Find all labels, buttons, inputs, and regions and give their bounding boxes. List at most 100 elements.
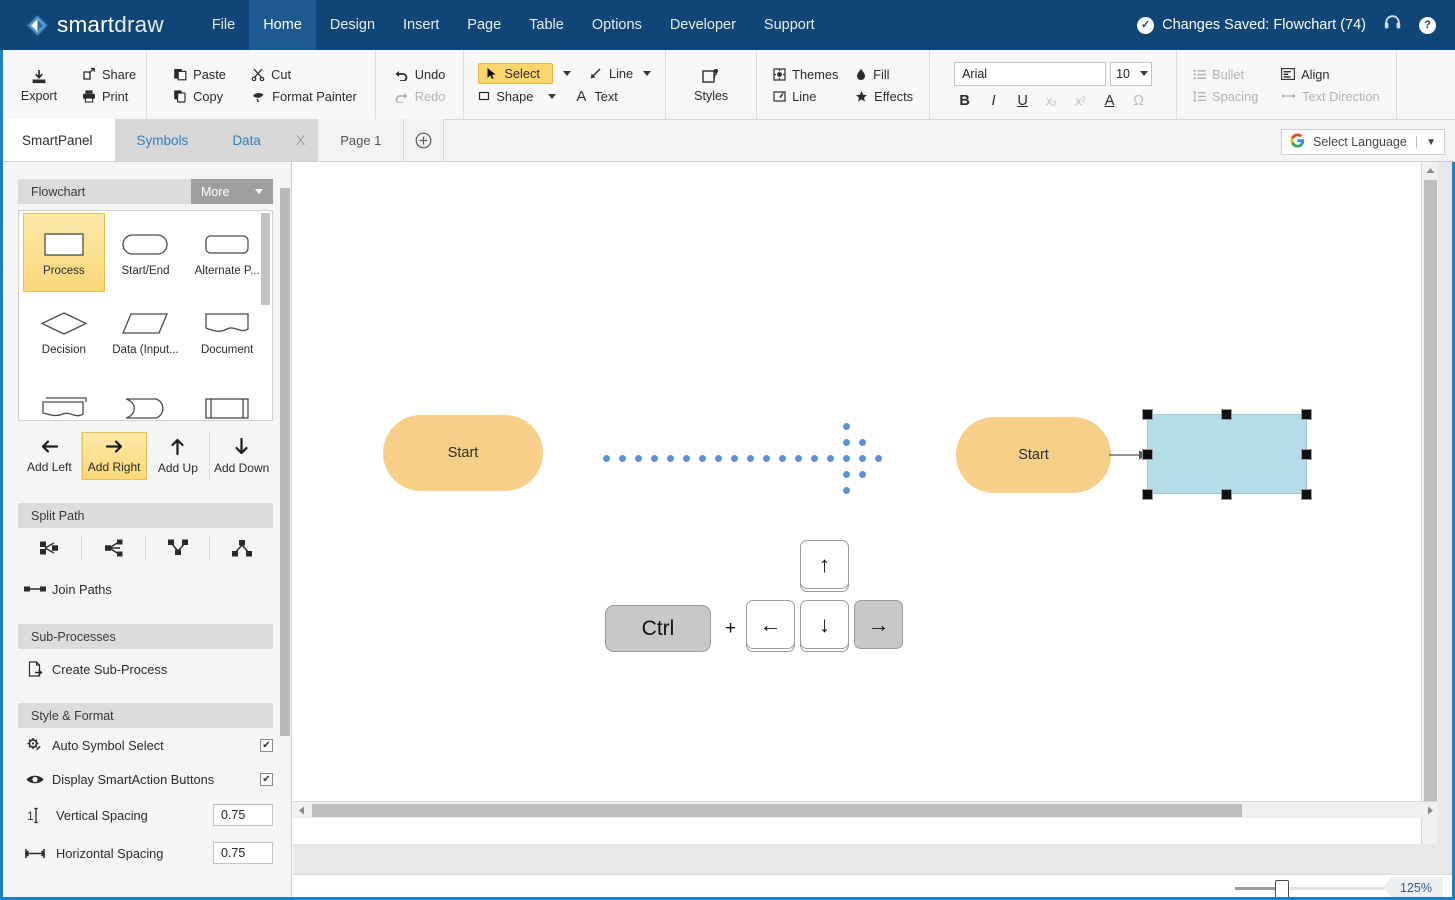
shape-predefined-process[interactable] bbox=[186, 371, 268, 420]
shape-delay[interactable] bbox=[105, 371, 187, 420]
menu-item-file[interactable]: File bbox=[198, 0, 249, 50]
horizontal-spacing-row[interactable]: Horizontal Spacing bbox=[18, 834, 273, 872]
tab-symbols[interactable]: Symbols bbox=[115, 119, 211, 161]
vertical-spacing-row[interactable]: 1 Vertical Spacing bbox=[18, 796, 273, 834]
smart-panel-scrollbar[interactable] bbox=[280, 188, 290, 736]
select-dropdown-caret-icon[interactable] bbox=[562, 70, 571, 76]
menu-item-home[interactable]: Home bbox=[249, 0, 316, 50]
add-left-button[interactable]: Add Left bbox=[18, 432, 82, 480]
redo-button[interactable]: Redo bbox=[394, 89, 445, 104]
subscript-button[interactable]: x₂ bbox=[1044, 94, 1059, 108]
auto-symbol-select-row[interactable]: Auto Symbol Select ✔ bbox=[18, 728, 273, 762]
resize-handle-nw[interactable] bbox=[1142, 409, 1153, 420]
superscript-button[interactable]: x² bbox=[1073, 94, 1088, 108]
font-color-button[interactable]: A bbox=[1102, 93, 1117, 109]
resize-handle-se[interactable] bbox=[1301, 489, 1312, 500]
underline-button[interactable]: U bbox=[1015, 93, 1030, 109]
canvas-vertical-scrollbar[interactable] bbox=[1421, 162, 1438, 844]
select-language-dropdown[interactable]: Select Language | ▼ bbox=[1281, 129, 1445, 155]
shape-tool-button[interactable]: Shape bbox=[474, 87, 542, 106]
brand-logo[interactable]: smartdraw bbox=[27, 12, 164, 38]
help-circle-icon[interactable]: ? bbox=[1419, 16, 1436, 34]
horizontal-scroll-thumb[interactable] bbox=[312, 803, 1242, 817]
split-path-fan-icon[interactable] bbox=[82, 535, 146, 561]
line-dropdown-caret-icon[interactable] bbox=[643, 70, 652, 76]
select-tool-button[interactable]: Select bbox=[478, 62, 553, 84]
scroll-left-button[interactable] bbox=[293, 802, 309, 819]
vertical-spacing-input[interactable] bbox=[213, 804, 273, 826]
zoom-level-badge[interactable]: 125% bbox=[1383, 877, 1443, 898]
tab-data[interactable]: Data bbox=[210, 119, 283, 161]
format-painter-button[interactable]: Format Painter bbox=[251, 89, 357, 104]
resize-handle-s[interactable] bbox=[1221, 489, 1232, 500]
join-paths-row[interactable]: Join Paths bbox=[18, 568, 273, 610]
print-button[interactable]: Print bbox=[82, 89, 136, 104]
bold-button[interactable]: B bbox=[957, 93, 972, 109]
resize-handle-n[interactable] bbox=[1221, 409, 1232, 420]
shape-multi-document[interactable] bbox=[23, 371, 105, 420]
split-path-tree-icon[interactable] bbox=[210, 535, 273, 561]
close-panel-button[interactable]: X bbox=[283, 119, 318, 161]
menu-item-support[interactable]: Support bbox=[750, 0, 829, 50]
italic-button[interactable]: I bbox=[986, 93, 1001, 109]
auto-symbol-select-checkbox[interactable]: ✔ bbox=[260, 738, 273, 752]
line-tool-button[interactable]: Line bbox=[589, 66, 633, 81]
tab-smartpanel[interactable]: SmartPanel bbox=[0, 119, 115, 161]
resize-handle-w[interactable] bbox=[1142, 449, 1153, 460]
scroll-up-button[interactable] bbox=[1422, 162, 1438, 178]
horizontal-scroll-track[interactable] bbox=[309, 802, 1422, 819]
menu-item-design[interactable]: Design bbox=[316, 0, 389, 50]
menu-item-options[interactable]: Options bbox=[578, 0, 656, 50]
menu-item-insert[interactable]: Insert bbox=[389, 0, 453, 50]
paste-button[interactable]: Paste bbox=[173, 67, 235, 82]
copy-button[interactable]: Copy bbox=[173, 89, 235, 104]
page-tab-1[interactable]: Page 1 bbox=[318, 119, 405, 161]
shape-process[interactable]: Process bbox=[23, 213, 105, 292]
zoom-slider-thumb[interactable] bbox=[1275, 879, 1290, 899]
display-smartaction-checkbox[interactable]: ✔ bbox=[260, 772, 273, 786]
font-size-input[interactable] bbox=[1116, 66, 1137, 81]
scroll-right-button[interactable] bbox=[1422, 802, 1438, 819]
canvas-horizontal-scrollbar[interactable] bbox=[293, 801, 1438, 818]
headset-icon[interactable] bbox=[1383, 13, 1402, 37]
add-down-button[interactable]: Add Down bbox=[210, 432, 273, 480]
share-button[interactable]: Share bbox=[82, 67, 136, 82]
create-sub-process-row[interactable]: Create Sub-Process bbox=[18, 649, 273, 689]
symbol-button[interactable]: Ω bbox=[1131, 93, 1146, 109]
shape-dropdown-caret-icon[interactable] bbox=[548, 93, 557, 99]
shape-alternate-process[interactable]: Alternate P... bbox=[186, 213, 268, 292]
themes-button[interactable]: Themes bbox=[773, 67, 838, 82]
menu-item-table[interactable]: Table bbox=[515, 0, 578, 50]
shape-start-end[interactable]: Start/End bbox=[105, 213, 187, 292]
font-size-caret-icon[interactable] bbox=[1140, 71, 1149, 76]
shape-data-input[interactable]: Data (Input... bbox=[105, 292, 187, 371]
start-shape-right[interactable]: Start bbox=[956, 417, 1111, 493]
resize-handle-e[interactable] bbox=[1301, 449, 1312, 460]
menu-item-page[interactable]: Page bbox=[453, 0, 515, 50]
selected-process-shape[interactable] bbox=[1147, 414, 1307, 494]
resize-handle-ne[interactable] bbox=[1301, 409, 1312, 420]
vertical-scroll-thumb[interactable] bbox=[1424, 180, 1437, 810]
split-path-right-icon[interactable] bbox=[18, 535, 82, 561]
shape-decision[interactable]: Decision bbox=[23, 292, 105, 371]
undo-button[interactable]: Undo bbox=[394, 67, 445, 82]
add-up-button[interactable]: Add Up bbox=[147, 432, 211, 480]
font-name-input[interactable] bbox=[954, 61, 1107, 86]
horizontal-spacing-input[interactable] bbox=[213, 842, 273, 864]
spacing-button[interactable]: Spacing bbox=[1193, 89, 1258, 104]
diagram-canvas[interactable]: Start Start Ctrl + ↑ ← ↓ → bbox=[293, 162, 1438, 844]
text-direction-button[interactable]: Text Direction bbox=[1281, 89, 1380, 104]
bullet-button[interactable]: Bullet bbox=[1193, 67, 1257, 82]
fill-button[interactable]: Fill bbox=[855, 67, 890, 82]
start-shape-left[interactable]: Start bbox=[383, 415, 543, 491]
export-button[interactable]: Export bbox=[10, 68, 68, 103]
text-tool-button[interactable]: A Text bbox=[574, 88, 618, 105]
more-shapes-button[interactable]: More bbox=[191, 179, 273, 204]
add-page-button[interactable] bbox=[404, 119, 445, 161]
shape-document[interactable]: Document bbox=[186, 292, 268, 371]
split-path-down-two-icon[interactable] bbox=[146, 535, 210, 561]
shape-gallery-scrollbar[interactable] bbox=[261, 213, 270, 305]
display-smartaction-row[interactable]: Display SmartAction Buttons ✔ bbox=[18, 762, 273, 796]
language-caret-icon[interactable]: ▼ bbox=[1426, 137, 1436, 148]
font-size-select[interactable] bbox=[1110, 61, 1153, 86]
